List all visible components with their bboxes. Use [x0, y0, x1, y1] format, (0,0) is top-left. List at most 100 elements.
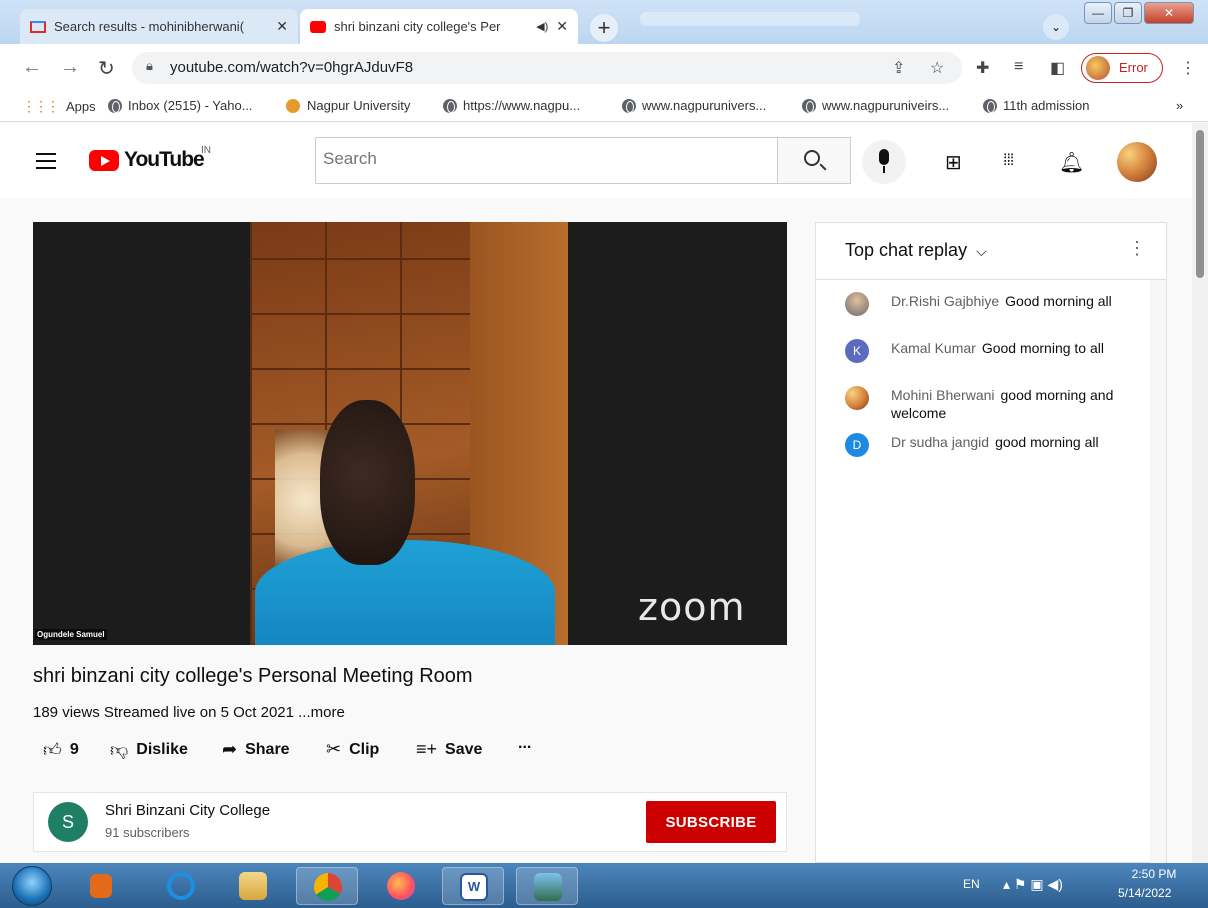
chrome-icon — [314, 873, 342, 901]
tab-gmail-search[interactable]: Search results - mohinibherwani( ✕ — [20, 9, 298, 44]
share-button[interactable]: ➦ Share — [222, 739, 290, 760]
chat-mode-label: Top chat replay — [845, 240, 968, 260]
chat-author-name[interactable]: Dr.Rishi Gajbhiye — [891, 293, 999, 309]
dislike-button[interactable]: 👎︎ Dislike — [110, 739, 188, 761]
chat-author-avatar[interactable]: D — [845, 433, 869, 457]
notifications-bell-icon[interactable]: 🔔︎ — [1059, 150, 1084, 175]
create-video-icon[interactable]: ⊞ — [945, 150, 962, 175]
apps-grid-icon[interactable]: ⁞⁞⁞ — [1003, 152, 1014, 170]
new-tab-button[interactable]: + — [590, 14, 618, 42]
bookmark-label: Inbox (2515) - Yaho... — [128, 98, 253, 113]
bookmark-label: Nagpur University — [307, 98, 411, 113]
video-title: shri binzani city college's Personal Mee… — [33, 665, 473, 687]
chat-author-name[interactable]: Mohini Bherwani — [891, 387, 995, 403]
chat-author-avatar[interactable] — [845, 292, 869, 316]
channel-avatar[interactable]: S — [48, 802, 88, 842]
page-scrollbar-thumb[interactable] — [1196, 130, 1204, 278]
hamburger-menu-icon[interactable] — [36, 153, 56, 174]
chat-message-text: Mohini Bherwani good morning and welcome — [891, 386, 1125, 422]
url-text[interactable]: youtube.com/watch?v=0hgrAJduvF8 — [170, 59, 413, 76]
bookmark-11th-admission[interactable]: 11th admission — [983, 98, 1089, 113]
account-avatar[interactable] — [1117, 142, 1157, 182]
share-page-icon[interactable]: ⇪ — [892, 58, 905, 78]
side-panel-icon[interactable]: ◧ — [1050, 58, 1065, 78]
media-player-icon — [90, 874, 112, 898]
like-button[interactable]: 👍︎ 9 — [43, 739, 79, 761]
save-label: Save — [445, 740, 483, 758]
taskbar-internet-explorer[interactable] — [150, 867, 212, 905]
extensions-puzzle-icon[interactable]: ✚ — [976, 58, 989, 78]
system-tray-icons[interactable]: ▴ ⚑ ▣ ◀) — [1003, 876, 1063, 893]
taskbar-word[interactable]: W — [442, 867, 504, 905]
folder-icon — [239, 872, 267, 900]
taskbar-media-player[interactable] — [70, 867, 132, 905]
chat-message-text: Dr.Rishi Gajbhiye Good morning all — [891, 292, 1112, 316]
youtube-logo-text[interactable]: YouTube — [124, 148, 205, 172]
globe-icon — [108, 98, 122, 113]
bookmark-label: 11th admission — [1003, 98, 1090, 113]
chat-more-options-icon[interactable]: ⋮ — [1128, 238, 1146, 259]
microphone-icon — [879, 149, 889, 165]
minimize-button[interactable]: — — [1084, 2, 1112, 24]
close-tab-icon[interactable]: ✕ — [556, 18, 568, 35]
tab-search-chevron-icon[interactable]: ⌄ — [1043, 14, 1069, 40]
search-input[interactable] — [323, 149, 763, 169]
globe-icon — [802, 98, 816, 113]
firefox-icon — [387, 872, 415, 900]
tab-youtube-video[interactable]: shri binzani city college's Per ◀) ✕ — [300, 9, 578, 44]
youtube-logo-icon[interactable] — [89, 150, 119, 171]
bookmark-label: Apps — [66, 99, 96, 114]
channel-name[interactable]: Shri Binzani City College — [105, 802, 270, 819]
start-button[interactable] — [12, 866, 52, 906]
audio-playing-icon[interactable]: ◀) — [536, 20, 548, 33]
maximize-button[interactable]: ❐ — [1114, 2, 1142, 24]
chat-message: D Dr sudha jangid good morning all — [845, 433, 1125, 457]
more-actions-icon: ... — [518, 735, 532, 752]
chrome-menu-icon[interactable]: ⋮ — [1180, 58, 1196, 78]
bookmark-inbox[interactable]: Inbox (2515) - Yaho... — [108, 98, 253, 113]
more-actions-button[interactable]: ... — [518, 735, 531, 753]
chat-author-avatar[interactable]: K — [845, 339, 869, 363]
chat-scrollbar[interactable] — [1150, 280, 1166, 863]
participant-name-label: Ogundele Samuel — [35, 629, 107, 640]
bookmark-label: www.nagpuruniveirs... — [822, 98, 950, 113]
globe-icon — [983, 98, 997, 113]
bookmark-label: www.nagpurunivers... — [642, 98, 767, 113]
bookmark-nagpuruniversity-2[interactable]: www.nagpuruniveirs... — [802, 98, 949, 113]
taskbar-chrome[interactable] — [296, 867, 358, 905]
chat-author-avatar[interactable] — [845, 386, 869, 410]
clock-date[interactable]: 5/14/2022 — [1118, 886, 1171, 900]
globe-icon — [443, 98, 457, 113]
reload-icon[interactable]: ↻ — [98, 56, 115, 81]
taskbar-firefox[interactable] — [370, 867, 432, 905]
chat-message-text: Kamal Kumar Good morning to all — [891, 339, 1104, 363]
taskbar-photo-viewer[interactable] — [516, 867, 578, 905]
language-indicator[interactable]: EN — [963, 877, 980, 891]
close-tab-icon[interactable]: ✕ — [276, 18, 288, 35]
back-arrow-icon[interactable]: ← — [22, 56, 42, 79]
taskbar-file-explorer[interactable] — [222, 867, 284, 905]
chat-panel — [815, 222, 1167, 863]
lock-icon[interactable]: 🔒︎ — [146, 58, 153, 74]
clock-time[interactable]: 2:50 PM — [1124, 867, 1184, 881]
close-window-button[interactable]: ✕ — [1144, 2, 1194, 24]
chat-message: Mohini Bherwani good morning and welcome — [845, 386, 1125, 422]
bookmark-nagpur-university[interactable]: Nagpur University — [286, 98, 410, 113]
save-button[interactable]: ≡+ Save — [416, 739, 482, 760]
subscribe-button[interactable]: SUBSCRIBE — [646, 801, 776, 843]
chat-mode-dropdown[interactable]: Top chat replay ⌵ — [845, 240, 987, 261]
forward-arrow-icon[interactable]: → — [60, 56, 80, 79]
bookmark-apps[interactable]: ⋮⋮⋮ Apps — [22, 98, 96, 115]
chat-author-name[interactable]: Dr sudha jangid — [891, 434, 989, 450]
bookmarks-overflow-icon[interactable]: » — [1176, 98, 1183, 113]
bookmark-star-icon[interactable]: ☆ — [930, 58, 944, 78]
video-views-line[interactable]: 189 views Streamed live on 5 Oct 2021 ..… — [33, 704, 345, 721]
bookmark-nagpu-https[interactable]: https://www.nagpu... — [443, 98, 580, 113]
tab-title: shri binzani city college's Per — [334, 19, 501, 34]
chat-message: K Kamal Kumar Good morning to all — [845, 339, 1125, 363]
video-person-shirt — [255, 540, 555, 645]
reading-list-icon[interactable]: ≡ — [1014, 58, 1023, 76]
chat-author-name[interactable]: Kamal Kumar — [891, 340, 976, 356]
bookmark-nagpuruniversity-1[interactable]: www.nagpurunivers... — [622, 98, 766, 113]
clip-button[interactable]: ✂ Clip — [326, 739, 379, 760]
